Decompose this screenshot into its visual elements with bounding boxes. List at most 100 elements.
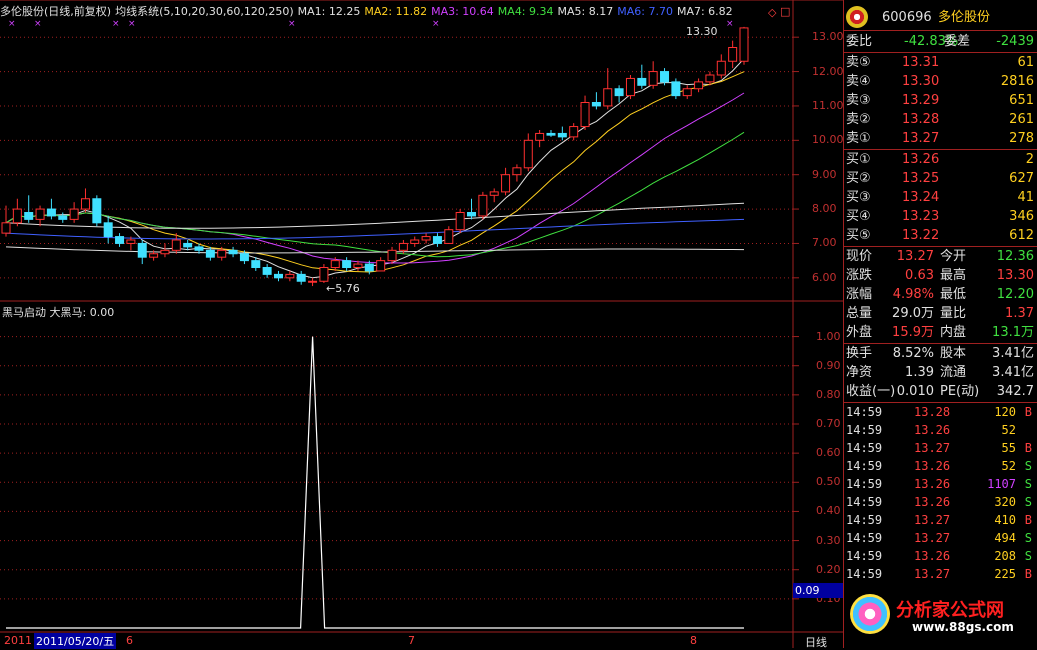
finance-label: PE(动)	[940, 384, 980, 399]
bid-volume: 627	[1009, 171, 1034, 186]
finance-label: 收益(一)	[846, 384, 896, 399]
bid-label: 买②	[846, 171, 871, 186]
candle-body	[467, 212, 477, 217]
quote-label: 量比	[940, 306, 967, 321]
tick-side: B	[1024, 405, 1032, 419]
finance-label: 流通	[940, 365, 967, 380]
weicha-label: 委差	[944, 34, 971, 49]
price-axis-label: 10.00	[812, 133, 844, 147]
close-icon[interactable]: □	[780, 5, 790, 18]
indicator-axis-label: 0.50	[816, 475, 841, 489]
candle-body	[171, 239, 181, 251]
indicator-axis-label: 0.60	[816, 446, 841, 460]
candle-body	[58, 215, 68, 220]
tick-side: B	[1024, 567, 1032, 581]
watermark-title: 分析家公式网	[896, 600, 1004, 621]
top-marker-icon: ×	[128, 19, 136, 29]
bid-row-1: 买① 13.26 2	[844, 150, 1037, 169]
quote-value: 13.30	[996, 268, 1034, 283]
ma-line-5	[5, 202, 745, 229]
ma-system-label: 均线系统(5,10,20,30,60,120,250)	[115, 5, 294, 18]
candle-body	[444, 229, 454, 244]
weibi-row: 委比 -42.83% 委差 -2439	[844, 32, 1037, 51]
weibi-label: 委比	[846, 34, 873, 49]
indicator-axis-label: 0.80	[816, 387, 841, 401]
candle-body	[546, 132, 556, 136]
candle-body	[239, 253, 249, 262]
tick-price: 13.26	[914, 549, 951, 563]
quote-label: 现价	[846, 249, 873, 264]
tick-time: 14:59	[846, 477, 883, 491]
stock-code: 600696	[882, 10, 932, 25]
tick-price: 13.27	[914, 441, 951, 455]
candle-body	[694, 81, 704, 90]
tick-time: 14:59	[846, 531, 883, 545]
candle-body	[92, 198, 102, 224]
candle-body	[217, 249, 227, 258]
ask-price: 13.31	[902, 55, 940, 70]
quote-panel: 600696 多伦股份 委比 -42.83% 委差 -2439 卖⑤ 13.31 6…	[843, 0, 1037, 648]
candle-body	[137, 242, 147, 258]
bid-volume: 612	[1009, 228, 1034, 243]
candle-body	[273, 273, 283, 279]
tick-row: 14:59 13.28 120 B	[844, 403, 1037, 421]
tick-volume: 120	[994, 405, 1016, 419]
candle-body	[35, 208, 45, 220]
ma-line-7	[5, 246, 745, 254]
candle-body	[115, 236, 125, 244]
high-price-label: 13.30	[686, 25, 718, 38]
tick-row: 14:59 13.27 410 B	[844, 511, 1037, 529]
tick-price: 13.28	[914, 405, 951, 419]
tick-side: S	[1024, 549, 1032, 563]
candle-body	[705, 74, 715, 83]
finance-label: 股本	[940, 346, 967, 361]
candle-body	[591, 102, 601, 107]
candle-body	[716, 60, 726, 76]
ask-label: 卖①	[846, 131, 871, 146]
candle-body	[523, 139, 533, 169]
tick-volume: 52	[1001, 459, 1016, 473]
stock-name: 多伦股份	[938, 10, 991, 25]
ask-row-3: 卖③ 13.29 651	[844, 91, 1037, 110]
tick-time: 14:59	[846, 459, 883, 473]
price-axis-label: 13.00	[812, 30, 844, 44]
bid-volume: 41	[1017, 190, 1034, 205]
weicha-value: -2439	[996, 34, 1034, 49]
candle-body	[625, 77, 635, 97]
candle-body	[660, 71, 670, 83]
candle-body	[603, 88, 613, 107]
quote-value: 29.0万	[892, 306, 934, 321]
candle-body	[455, 212, 465, 231]
bid-label: 买⑤	[846, 228, 871, 243]
bid-label: 买①	[846, 152, 871, 167]
ask-volume: 61	[1017, 55, 1034, 70]
date-axis-cursor[interactable]: 2011/05/20/五	[34, 633, 117, 649]
chart-area[interactable]: × × × × × × × 多伦股份(日线,前复权) 均线系统(5,10,20,30,60,1…	[0, 0, 844, 649]
indicator-axis-label: 0.30	[816, 533, 841, 547]
tick-time: 14:59	[846, 423, 883, 437]
candle-body	[614, 88, 624, 97]
candle-body	[478, 194, 488, 217]
candle-body	[342, 260, 352, 268]
price-axis-label: 9.00	[812, 167, 837, 181]
tick-volume: 410	[994, 513, 1016, 527]
quote-label: 外盘	[846, 325, 873, 340]
ask-row-1: 卖① 13.27 278	[844, 129, 1037, 148]
candle-body	[512, 167, 522, 176]
ask-volume: 651	[1009, 93, 1034, 108]
tick-volume: 320	[994, 495, 1016, 509]
diamond-icon[interactable]: ◇	[768, 6, 776, 19]
watermark-flower-icon	[850, 594, 890, 634]
date-axis-year: 2011	[4, 634, 32, 647]
candle-body	[432, 236, 442, 244]
ask-price: 13.27	[902, 131, 940, 146]
chart-canvas[interactable]: × × × × × × ×	[0, 0, 843, 648]
top-marker-icon: ×	[112, 19, 120, 29]
candle-body	[489, 191, 499, 196]
tick-time: 14:59	[846, 513, 883, 527]
bid-row-3: 买③ 13.24 41	[844, 188, 1037, 207]
candle-body	[569, 126, 579, 138]
indicator-axis-label: 1.00	[816, 329, 841, 343]
candle-body	[364, 263, 374, 272]
indicator-name: 黑马启动	[2, 306, 46, 319]
